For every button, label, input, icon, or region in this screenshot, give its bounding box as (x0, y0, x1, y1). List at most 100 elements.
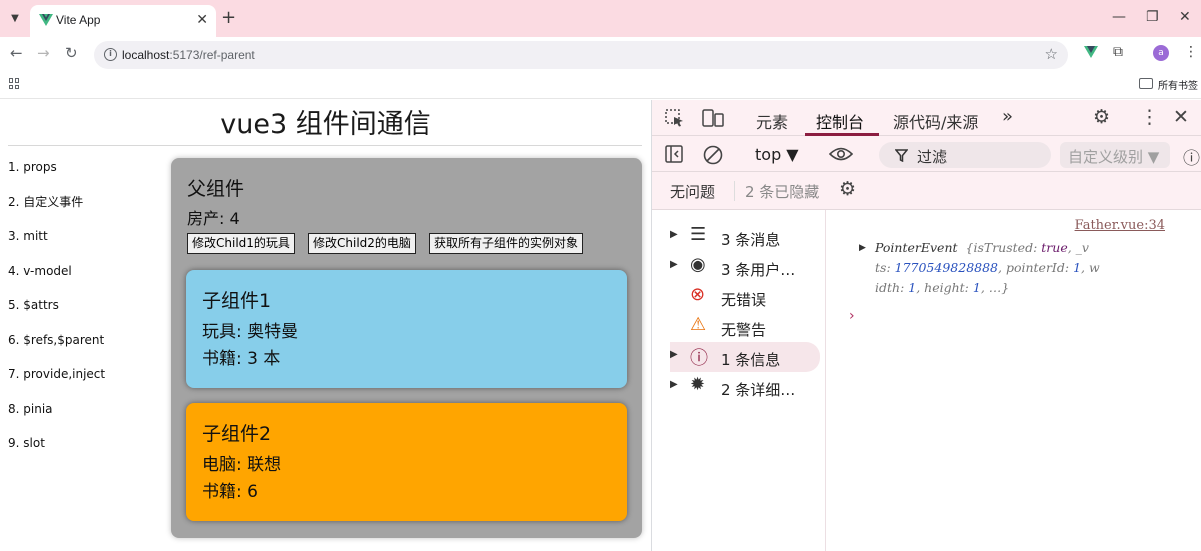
sidebar-item-info[interactable]: ▶ ⓘ 1 条信息 (670, 342, 820, 372)
log-body: , _v (1067, 240, 1089, 255)
log-body: ts: (875, 260, 895, 275)
source-link[interactable]: Father.vue:34 (1075, 218, 1165, 233)
site-info-icon[interactable]: i (104, 48, 117, 61)
more-tabs-icon[interactable]: » (1002, 106, 1013, 127)
error-icon: ⊗ (690, 284, 706, 305)
address-bar[interactable]: i localhost:5173/ref-parent ☆ (94, 41, 1068, 69)
issues-settings-gear-icon[interactable]: ⚙ (839, 178, 856, 200)
bookmark-star-icon[interactable]: ☆ (1045, 45, 1058, 63)
browser-tab[interactable]: Vite App ✕ (30, 5, 216, 37)
sidebar-toggle-icon[interactable] (665, 145, 683, 163)
expand-arrow-icon[interactable]: ▶ (670, 229, 678, 240)
new-tab-button[interactable]: + (221, 9, 236, 27)
devtools-menu-icon[interactable]: ⋮ (1140, 106, 1159, 128)
change-child2-computer-button[interactable]: 修改Child2的电脑 (308, 233, 416, 254)
inspect-element-icon[interactable] (665, 109, 685, 127)
url-text: localhost:5173/ref-parent (122, 48, 255, 62)
console-log-entry[interactable]: ▶ PointerEvent {isTrusted: true, _v ts: … (859, 238, 1195, 298)
sidebar-label: 3 条用户… (721, 261, 796, 279)
sidebar-item-user-messages[interactable]: ▶ ◉ 3 条用户… (670, 252, 820, 282)
folder-icon[interactable] (1139, 78, 1153, 89)
get-all-children-button[interactable]: 获取所有子组件的实例对象 (429, 233, 584, 254)
tab-close-icon[interactable]: ✕ (196, 12, 208, 28)
log-level-label: 自定义级别 ▼ (1068, 148, 1160, 166)
nav-link-custom-event[interactable]: 2. 自定义事件 (8, 194, 105, 229)
child1-books: 书籍: 3 本 (202, 349, 281, 369)
tab-console[interactable]: 控制台 (816, 109, 864, 133)
sidebar-item-warnings[interactable]: ⚠ 无警告 (670, 312, 820, 342)
console-filter-input[interactable]: 过滤 (879, 142, 1051, 168)
expand-object-arrow-icon[interactable]: ▶ (859, 238, 866, 258)
console-settings-icon[interactable]: ⓘ (1183, 144, 1200, 169)
child1-toy: 玩具: 奥特曼 (202, 322, 299, 342)
child2-books: 书籍: 6 (202, 482, 258, 502)
issues-divider (734, 181, 735, 201)
console-output: Father.vue:34 ▶ PointerEvent {isTrusted:… (827, 210, 1201, 551)
log-number: 1 (1073, 260, 1082, 275)
extensions-puzzle-icon[interactable]: ⧉ (1113, 44, 1123, 60)
nav-link-mitt[interactable]: 3. mitt (8, 228, 105, 263)
parent-title: 父组件 (187, 178, 245, 200)
reload-icon[interactable]: ↻ (65, 46, 78, 61)
close-window-icon[interactable]: ✕ (1179, 9, 1191, 25)
tab-search-menu-icon[interactable]: ▼ (6, 10, 24, 28)
log-body: , w (1081, 260, 1100, 275)
side-nav: 1. props 2. 自定义事件 3. mitt 4. v-model 5. … (8, 159, 105, 470)
live-expression-eye-icon[interactable] (829, 147, 853, 161)
apps-grid-icon[interactable] (9, 78, 20, 89)
bookmarks-bar: 所有书签 (0, 72, 1201, 99)
parent-house-value: 房产: 4 (187, 209, 240, 228)
device-toolbar-icon[interactable] (702, 109, 724, 127)
all-bookmarks-link[interactable]: 所有书签 (1158, 77, 1198, 92)
nav-link-slot[interactable]: 9. slot (8, 435, 105, 470)
profile-avatar[interactable]: a (1153, 45, 1169, 61)
sidebar-label: 2 条详细… (721, 381, 796, 399)
forward-arrow-icon[interactable]: → (37, 46, 50, 61)
expand-arrow-icon[interactable]: ▶ (670, 349, 678, 360)
tab-elements[interactable]: 元素 (756, 109, 788, 133)
console-prompt[interactable]: › (849, 308, 855, 324)
restore-icon[interactable]: ❐ (1146, 9, 1159, 25)
vue-devtools-extension-icon[interactable] (1084, 46, 1098, 59)
expand-arrow-icon[interactable]: ▶ (670, 379, 678, 390)
nav-link-attrs[interactable]: 5. $attrs (8, 297, 105, 332)
tab-title: Vite App (56, 13, 101, 27)
log-number: 1770549828888 (894, 260, 999, 275)
console-toolbar: top ▼ 过滤 自定义级别 ▼ ⓘ (652, 136, 1201, 172)
child2-card: 子组件2 电脑: 联想 书籍: 6 (186, 403, 627, 521)
bug-icon: ✹ (690, 374, 706, 395)
log-bool: true (1041, 240, 1068, 255)
info-icon: ⓘ (690, 348, 708, 369)
browser-titlebar: ▼ Vite App ✕ + — ❐ ✕ (0, 0, 1201, 37)
sidebar-label: 无错误 (721, 291, 767, 309)
log-body: , pointerId: (998, 260, 1074, 275)
nav-link-refs-parent[interactable]: 6. $refs,$parent (8, 332, 105, 367)
devtools-settings-gear-icon[interactable]: ⚙ (1093, 106, 1110, 128)
back-arrow-icon[interactable]: ← (10, 46, 23, 61)
log-body: , …} (980, 280, 1010, 295)
context-selector[interactable]: top ▼ (755, 145, 799, 164)
log-level-select[interactable]: 自定义级别 ▼ (1060, 142, 1170, 168)
no-issues-label[interactable]: 无问题 (670, 181, 715, 202)
browser-menu-icon[interactable]: ⋮ (1184, 44, 1198, 60)
sidebar-label: 无警告 (721, 321, 767, 339)
sidebar-label: 3 条消息 (721, 231, 781, 249)
change-child1-toy-button[interactable]: 修改Child1的玩具 (187, 233, 295, 254)
sidebar-item-messages[interactable]: ▶ ☰ 3 条消息 (670, 222, 820, 252)
expand-arrow-icon[interactable]: ▶ (670, 259, 678, 270)
nav-link-pinia[interactable]: 8. pinia (8, 401, 105, 436)
title-divider (8, 145, 642, 146)
console-sidebar: ▶ ☰ 3 条消息 ▶ ◉ 3 条用户… ⊗ 无错误 ⚠ 无警告 ▶ ⓘ 1 条… (652, 210, 826, 551)
log-object-type: PointerEvent (875, 240, 958, 255)
clear-console-icon[interactable] (703, 145, 723, 165)
nav-link-v-model[interactable]: 4. v-model (8, 263, 105, 298)
sidebar-item-verbose[interactable]: ▶ ✹ 2 条详细… (670, 372, 820, 402)
tab-sources[interactable]: 源代码/来源 (893, 109, 978, 133)
log-body: idth: (875, 280, 909, 295)
minimize-icon[interactable]: — (1112, 9, 1126, 25)
devtools-close-icon[interactable]: ✕ (1173, 106, 1189, 128)
nav-link-provide-inject[interactable]: 7. provide,inject (8, 366, 105, 401)
nav-link-props[interactable]: 1. props (8, 159, 105, 194)
log-body: {isTrusted: (965, 240, 1042, 255)
sidebar-item-errors[interactable]: ⊗ 无错误 (670, 282, 820, 312)
